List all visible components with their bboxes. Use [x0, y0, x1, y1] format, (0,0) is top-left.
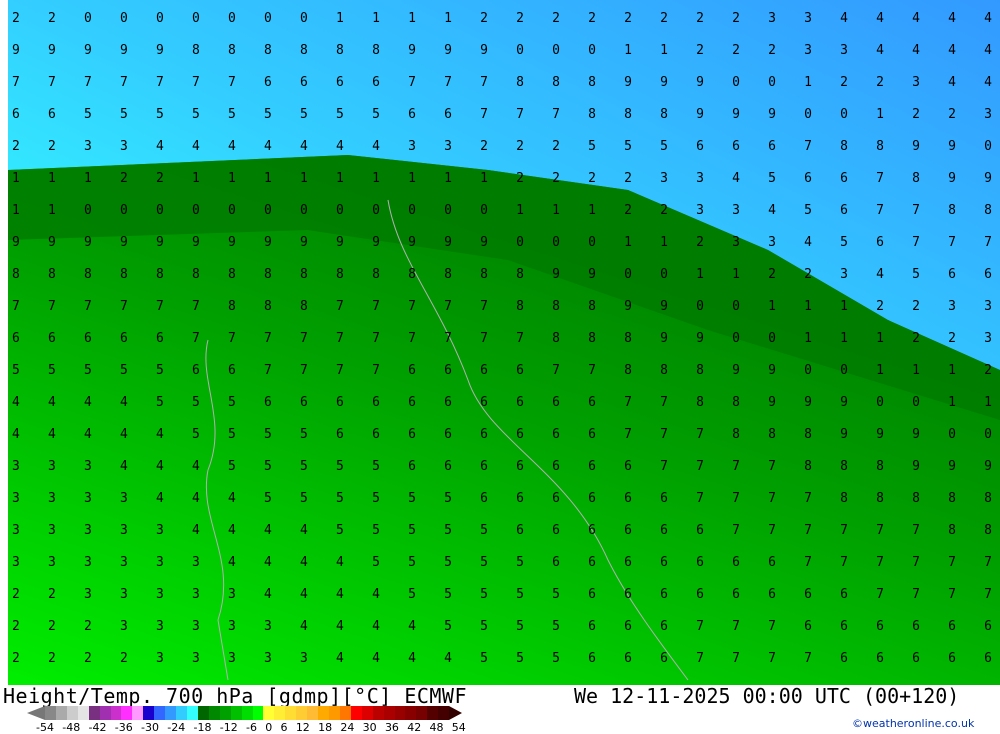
contour-label-row: 2 2 3 3 3 3 3 4 4 4 4 5 5 5 5 5 6 6 6 6 … — [12, 587, 992, 602]
legend-swatch — [132, 706, 144, 720]
legend-swatch — [66, 706, 78, 720]
legend-swatch — [176, 706, 187, 720]
legend-tick: -30 — [141, 721, 159, 734]
valid-time: We 12-11-2025 00:00 UTC (00+120) — [574, 684, 960, 708]
legend-tick: 24 — [340, 721, 355, 734]
legend-tick: -54 — [36, 721, 54, 734]
legend-tick: 12 — [295, 721, 310, 734]
legend-arrow-left — [27, 706, 45, 720]
contour-label-row: 2 2 2 2 3 3 3 3 3 4 4 4 4 5 5 5 6 6 6 7 … — [12, 651, 992, 666]
legend-swatch — [121, 706, 133, 720]
contour-label-row: 3 3 3 3 4 4 4 5 5 5 5 5 5 6 6 6 6 6 6 7 … — [12, 491, 992, 506]
legend-swatch — [45, 706, 56, 720]
legend-swatch — [372, 706, 384, 720]
legend-tick: -24 — [167, 721, 186, 734]
legend-tick: 36 — [384, 721, 399, 734]
legend-swatch — [394, 706, 406, 720]
legend-tick: 54 — [451, 721, 466, 734]
contour-label-row: 2 2 2 3 3 3 3 3 4 4 4 4 5 5 5 5 6 6 6 7 … — [12, 619, 992, 634]
legend-tick: 18 — [318, 721, 333, 734]
contour-label-row: 7 7 7 7 7 7 8 8 8 7 7 7 7 7 8 8 8 9 9 0 … — [12, 299, 992, 314]
legend-ticks: -54 -48 -42 -36 -30 -24 -18 -12 -6 0 6 12 18 24 30 36 42… — [36, 721, 466, 734]
credit-link[interactable]: ©weatheronline.co.uk — [852, 717, 974, 730]
contour-label-row: 5 5 5 5 5 6 6 7 7 7 7 6 6 6 6 7 7 8 8 8 … — [12, 363, 992, 378]
legend-swatch — [208, 706, 220, 720]
contour-label-row: 1 1 0 0 0 0 0 0 0 0 0 0 0 0 1 1 1 2 2 3 … — [12, 203, 992, 218]
legend-swatch — [186, 706, 198, 720]
contour-label-row: 3 3 3 3 3 4 4 4 4 5 5 5 5 5 6 6 6 6 6 6 … — [12, 523, 992, 538]
legend-tick: -6 — [246, 721, 257, 734]
contour-label-row: 3 3 3 4 4 4 5 5 5 5 5 6 6 6 6 6 6 6 7 7 … — [12, 459, 992, 474]
weather-map: 2 2 0 0 0 0 0 0 0 1 1 1 1 2 2 2 2 2 2 2 … — [8, 0, 1000, 685]
contour-label-row: 6 6 5 5 5 5 5 5 5 5 5 6 6 7 7 7 8 8 8 9 … — [12, 107, 992, 122]
legend-swatch — [405, 706, 417, 720]
legend-swatch — [99, 706, 111, 720]
contour-label-row: 6 6 6 6 6 7 7 7 7 7 7 7 7 7 7 8 8 8 9 9 … — [12, 331, 992, 346]
legend-tick: 0 — [265, 721, 273, 734]
legend-swatch — [154, 706, 166, 720]
legend-swatch — [219, 706, 231, 720]
contour-label-row: 4 4 4 4 4 5 5 5 5 6 6 6 6 6 6 6 6 7 7 7 … — [12, 427, 992, 442]
contour-label-row: 3 3 3 3 3 3 4 4 4 4 5 5 5 5 5 6 6 6 6 6 … — [12, 555, 992, 570]
legend-tick: 48 — [429, 721, 444, 734]
legend-swatch — [143, 706, 155, 720]
contour-label-row: 9 9 9 9 9 9 9 9 9 9 9 9 9 9 0 0 0 1 1 2 … — [12, 235, 992, 250]
legend-swatch — [197, 706, 209, 720]
legend-swatch — [307, 706, 319, 720]
legend-swatch — [165, 706, 177, 720]
legend-swatch — [383, 706, 395, 720]
legend-swatch — [416, 706, 428, 720]
legend-swatch — [339, 706, 351, 720]
contour-label-row: 7 7 7 7 7 7 7 6 6 6 6 7 7 7 8 8 8 9 9 9 … — [12, 75, 992, 90]
legend-swatch — [350, 706, 362, 720]
legend-swatch — [241, 706, 253, 720]
legend-tick: -48 — [62, 721, 81, 734]
legend-tick: -18 — [193, 721, 212, 734]
legend-tick: 42 — [407, 721, 422, 734]
contour-label-row: 4 4 4 4 5 5 5 6 6 6 6 6 6 6 6 6 6 7 7 8 … — [12, 395, 992, 410]
legend-tick: -12 — [219, 721, 238, 734]
contour-labels: 2 2 0 0 0 0 0 0 0 1 1 1 1 2 2 2 2 2 2 2 … — [12, 11, 992, 666]
legend-arrow-right — [449, 706, 462, 720]
legend-swatch — [263, 706, 275, 720]
legend-swatch — [230, 706, 242, 720]
legend-swatch — [318, 706, 329, 720]
legend-swatch — [296, 706, 308, 720]
legend-swatch — [285, 706, 297, 720]
legend-swatch — [88, 706, 100, 720]
map-title: Height/Temp. 700 hPa [gdmp][°C] ECMWF — [3, 684, 468, 708]
color-legend — [27, 706, 462, 720]
legend-swatch — [77, 706, 89, 720]
legend-swatch — [55, 706, 67, 720]
map-canvas: 2 2 0 0 0 0 0 0 0 1 1 1 1 2 2 2 2 2 2 2 … — [8, 0, 1000, 685]
legend-tick: -36 — [114, 721, 133, 734]
legend-swatch — [252, 706, 264, 720]
legend-swatch — [438, 706, 450, 720]
legend-swatch — [328, 706, 340, 720]
legend-tick: -42 — [88, 721, 107, 734]
contour-label-row: 1 1 1 2 2 1 1 1 1 1 1 1 1 1 2 2 2 2 3 3 … — [12, 171, 992, 186]
legend-swatch — [361, 706, 373, 720]
contour-label-row: 8 8 8 8 8 8 8 8 8 8 8 8 8 8 8 9 9 0 0 1 … — [12, 267, 992, 282]
legend-tick: 30 — [362, 721, 377, 734]
contour-label-row: 9 9 9 9 9 8 8 8 8 8 8 9 9 9 0 0 0 1 1 2 … — [12, 43, 992, 58]
legend-swatch — [427, 706, 439, 720]
legend-tick: 6 — [280, 721, 288, 734]
legend-swatch — [274, 706, 286, 720]
legend-swatch — [110, 706, 122, 720]
contour-label-row: 2 2 0 0 0 0 0 0 0 1 1 1 1 2 2 2 2 2 2 2 … — [12, 11, 992, 26]
contour-label-row: 2 2 3 3 4 4 4 4 4 4 4 3 3 2 2 2 5 5 5 6 … — [12, 139, 992, 154]
